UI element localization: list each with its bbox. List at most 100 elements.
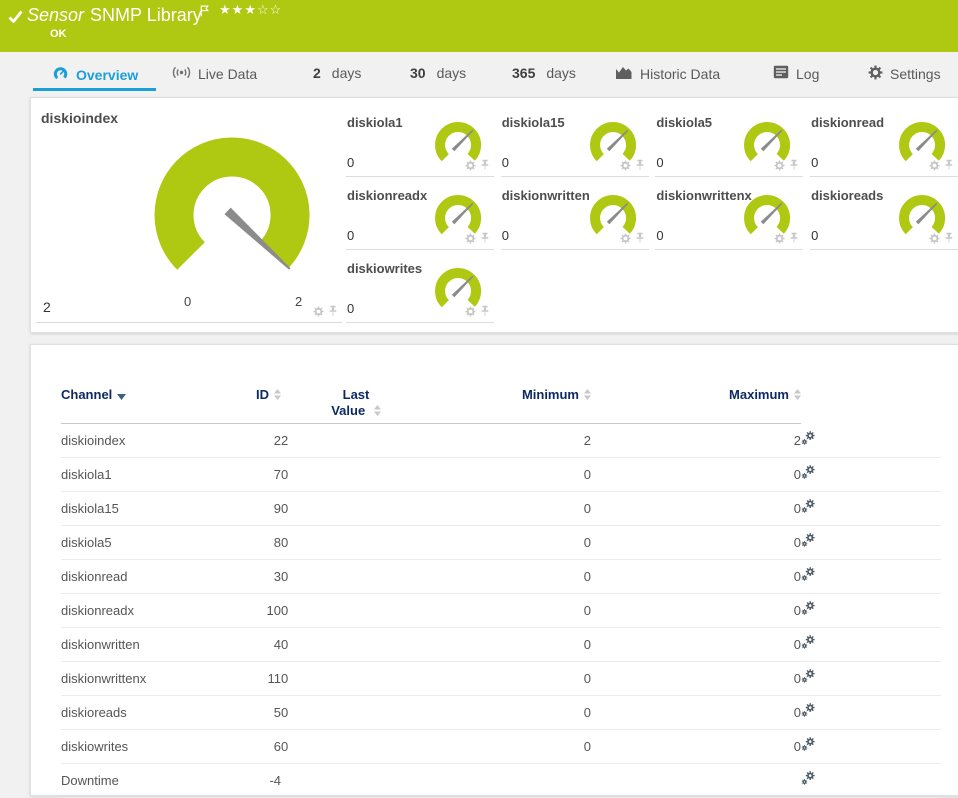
star-empty-icon[interactable]: ☆ <box>257 2 270 17</box>
mini-gear-icon[interactable] <box>774 160 785 171</box>
gauge-cell-diskionread[interactable]: diskionread 0 <box>810 104 958 177</box>
tab-overview[interactable]: Overview <box>52 65 138 86</box>
channel-table-body: diskioindex 2 2 2 2 diskiola1 7 0 0 0 diskiola15 9 0… <box>61 423 941 798</box>
column-header-channel[interactable]: Channel <box>61 345 216 424</box>
mini-gear-icon[interactable] <box>620 233 631 244</box>
gauge-value: 0 <box>347 301 355 316</box>
channel-row-diskioindex: diskioindex 2 2 2 2 <box>61 423 941 458</box>
pin-icon[interactable] <box>480 159 490 171</box>
gauge-actions <box>929 159 954 171</box>
column-header-minimum[interactable]: Minimum <box>431 345 591 424</box>
gauge-value: 0 <box>347 228 355 243</box>
column-header-maximum[interactable]: Maximum <box>591 345 801 424</box>
pin-icon[interactable] <box>480 305 490 317</box>
cell-settings <box>801 457 941 492</box>
mini-gear-icon[interactable] <box>465 233 476 244</box>
channel-settings-icon[interactable] <box>801 567 816 582</box>
channel-settings-icon[interactable] <box>801 430 816 446</box>
channel-settings-icon[interactable] <box>801 465 816 480</box>
tab-label: days <box>546 65 576 81</box>
gauge-cell-diskionwritten[interactable]: diskionwritten 0 <box>500 177 649 250</box>
channel-settings-icon[interactable] <box>801 601 816 616</box>
channel-settings-icon[interactable] <box>801 703 816 718</box>
cell-last-value: 0 <box>281 491 431 526</box>
column-label: ID <box>256 387 269 402</box>
pin-icon[interactable] <box>789 159 799 171</box>
cell-minimum: 0 <box>431 593 591 628</box>
column-header-id[interactable]: ID <box>216 345 281 424</box>
gauge-cell-diskioreads[interactable]: diskioreads 0 <box>810 177 958 250</box>
mini-gear-icon[interactable] <box>313 306 324 317</box>
pin-icon[interactable] <box>944 232 954 244</box>
column-header-last-value[interactable]: Last Value <box>281 345 431 424</box>
channel-settings-icon[interactable] <box>801 533 816 548</box>
main-gauge-scale-min: 0 <box>184 294 192 309</box>
gauge-cell-diskiola5[interactable]: diskiola5 0 <box>655 104 804 177</box>
star-filled-icon[interactable]: ★ <box>244 2 257 17</box>
tab-log[interactable]: Log <box>773 65 819 83</box>
cell-last-value <box>281 763 431 798</box>
cell-minimum: 0 <box>431 525 591 560</box>
sort-icon <box>584 388 591 404</box>
channel-settings-icon[interactable] <box>801 771 816 786</box>
page-title: Sensor SNMP Library <box>27 5 202 26</box>
cell-settings <box>801 491 941 526</box>
gauge-actions <box>929 232 954 244</box>
tab-live-data[interactable]: Live Data <box>172 65 257 84</box>
mini-gear-icon[interactable] <box>620 160 631 171</box>
cell-last-value: 0 <box>281 593 431 628</box>
gauge-value: 0 <box>656 228 664 243</box>
channel-row-diskiowrites: diskiowrites 6 0 0 0 <box>61 729 941 764</box>
priority-stars[interactable]: ★★★☆☆ <box>219 2 282 18</box>
channel-settings-icon[interactable] <box>801 669 816 684</box>
cell-id: 9 <box>216 491 281 526</box>
channel-settings-icon[interactable] <box>801 737 816 752</box>
star-filled-icon[interactable]: ★ <box>232 2 245 17</box>
cell-settings <box>801 661 941 696</box>
tab-historic-data[interactable]: Historic Data <box>615 65 720 84</box>
gauge-title: diskiola1 <box>347 115 403 130</box>
tab-30-days[interactable]: 30 days <box>410 65 466 82</box>
active-tab-underline <box>33 88 156 91</box>
pin-icon[interactable] <box>635 232 645 244</box>
cell-maximum: 0 <box>591 729 801 764</box>
tab-bar: Overview Live Data 2 days 30 days 365 days Histo… <box>0 52 958 97</box>
mini-gear-icon[interactable] <box>929 233 940 244</box>
cell-last-value: 2 <box>281 423 431 458</box>
channel-settings-icon[interactable] <box>801 499 816 514</box>
tab-2-days[interactable]: 2 days <box>313 65 361 82</box>
star-filled-icon[interactable]: ★ <box>219 2 232 17</box>
mini-gear-icon[interactable] <box>465 160 476 171</box>
tab-settings[interactable]: Settings <box>868 65 941 84</box>
channel-settings-icon[interactable] <box>801 635 816 650</box>
cell-id: 7 <box>216 457 281 492</box>
column-label: Value <box>281 403 431 420</box>
gauge-cell-diskionwrittenx[interactable]: diskionwrittenx 0 <box>655 177 804 250</box>
gauge-actions <box>620 159 645 171</box>
tab-label: Log <box>796 65 820 82</box>
pin-icon[interactable] <box>328 305 338 317</box>
mini-gear-icon[interactable] <box>929 160 940 171</box>
pin-icon[interactable] <box>789 232 799 244</box>
star-empty-icon[interactable]: ☆ <box>270 2 283 17</box>
gauge-cell-diskiowrites[interactable]: diskiowrites 0 <box>346 250 494 323</box>
tab-365-days[interactable]: 365 days <box>512 65 576 82</box>
gauge-actions <box>620 232 645 244</box>
gauge-cell-diskionreadx[interactable]: diskionreadx 0 <box>346 177 494 250</box>
mini-gear-icon[interactable] <box>774 233 785 244</box>
gauge-cell-diskiola15[interactable]: diskiola15 0 <box>500 104 649 177</box>
tab-label: days <box>331 65 362 81</box>
gauge-value: 0 <box>811 228 819 243</box>
cell-maximum: 0 <box>591 627 801 662</box>
flag-icon[interactable] <box>200 4 209 22</box>
sort-icon <box>794 388 801 404</box>
gauge-actions <box>774 232 799 244</box>
column-label: Last <box>342 387 370 402</box>
mini-gear-icon[interactable] <box>465 306 476 317</box>
channel-row-diskiola1: diskiola1 7 0 0 0 <box>61 457 941 492</box>
gauge-cell-diskiola1[interactable]: diskiola1 0 <box>346 104 494 177</box>
pin-icon[interactable] <box>635 159 645 171</box>
cell-last-value: 0 <box>281 729 431 764</box>
pin-icon[interactable] <box>480 232 490 244</box>
pin-icon[interactable] <box>944 159 954 171</box>
